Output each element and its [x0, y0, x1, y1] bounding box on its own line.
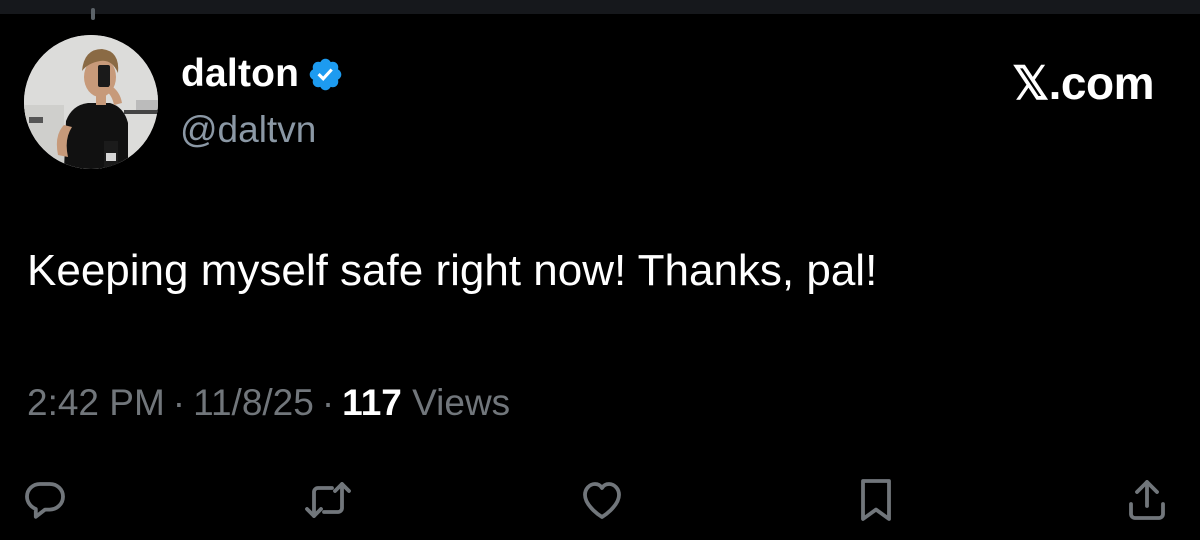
display-name[interactable]: dalton	[181, 52, 299, 96]
heart-icon	[583, 482, 621, 519]
brand-logo: 𝕏.com	[1012, 57, 1154, 109]
meta-separator: ·	[321, 382, 335, 423]
tweet-date[interactable]: 11/8/25	[193, 382, 314, 423]
profile-photo	[24, 35, 158, 169]
drag-handle	[91, 8, 95, 20]
bookmark-button[interactable]	[846, 470, 906, 530]
user-handle[interactable]: @daltvn	[180, 109, 316, 151]
bookmark-icon	[861, 479, 891, 521]
repost-button[interactable]	[298, 470, 358, 530]
reply-icon	[25, 482, 65, 519]
repost-icon	[305, 482, 351, 518]
share-button[interactable]	[1117, 470, 1177, 530]
avatar[interactable]	[24, 35, 158, 169]
tweet-metadata: 2:42 PM · 11/8/25 · 117 Views	[27, 382, 510, 424]
meta-separator: ·	[172, 382, 186, 423]
views-label: Views	[412, 382, 511, 423]
tweet-body: Keeping myself safe right now! Thanks, p…	[27, 246, 878, 295]
like-button[interactable]	[572, 470, 632, 530]
share-icon	[1129, 480, 1165, 520]
views-count: 117	[342, 382, 402, 423]
verified-badge-icon	[307, 56, 344, 93]
reply-button[interactable]	[15, 470, 75, 530]
tweet-time[interactable]: 2:42 PM	[27, 382, 165, 423]
author-name-row[interactable]: dalton	[181, 52, 344, 96]
top-status-strip	[0, 0, 1200, 20]
action-bar	[0, 470, 1200, 530]
